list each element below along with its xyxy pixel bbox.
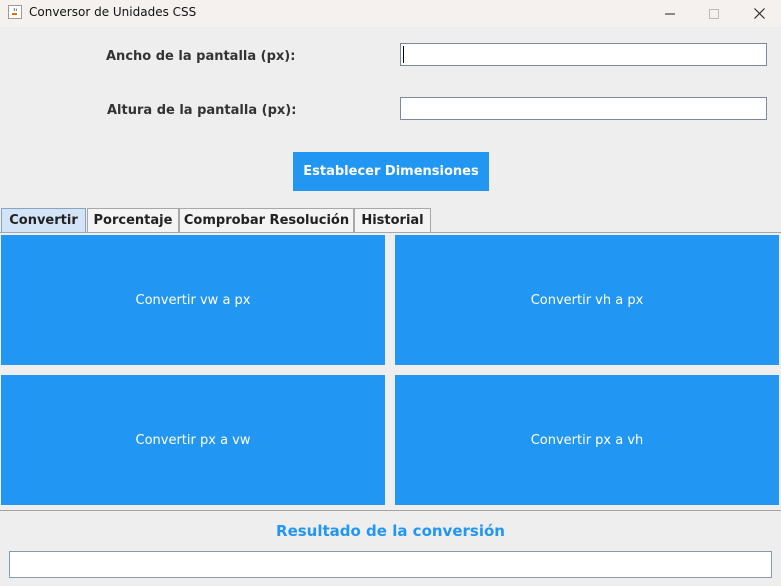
set-dimensions-button[interactable]: Establecer Dimensiones <box>293 152 489 191</box>
maximize-button[interactable] <box>692 0 736 27</box>
convert-px-to-vw-button[interactable]: Convertir px a vw <box>1 375 385 505</box>
tab-divider <box>0 232 781 233</box>
convert-px-to-vh-button[interactable]: Convertir px a vh <box>395 375 779 505</box>
title-bar: Conversor de Unidades CSS <box>0 0 781 27</box>
tab-porcentaje[interactable]: Porcentaje <box>87 208 179 232</box>
java-cup-icon <box>8 5 22 19</box>
height-label: Altura de la pantalla (px): <box>107 103 297 118</box>
result-field[interactable] <box>9 551 772 578</box>
convert-vh-to-px-button[interactable]: Convertir vh a px <box>395 235 779 365</box>
width-input[interactable] <box>400 43 767 66</box>
result-divider <box>0 510 781 511</box>
tab-convertir[interactable]: Convertir <box>1 208 86 232</box>
tab-comprobar-resolucion[interactable]: Comprobar Resolución <box>179 208 354 232</box>
close-icon <box>753 8 765 19</box>
result-title: Resultado de la conversión <box>276 522 505 540</box>
maximize-icon <box>709 8 719 19</box>
minimize-icon <box>665 13 675 14</box>
width-label: Ancho de la pantalla (px): <box>106 49 296 64</box>
convert-vw-to-px-button[interactable]: Convertir vw a px <box>1 235 385 365</box>
tab-historial[interactable]: Historial <box>354 208 431 232</box>
height-input[interactable] <box>400 97 767 120</box>
minimize-button[interactable] <box>648 0 692 27</box>
text-cursor <box>403 46 404 63</box>
close-button[interactable] <box>737 0 781 27</box>
window-title: Conversor de Unidades CSS <box>29 5 197 19</box>
